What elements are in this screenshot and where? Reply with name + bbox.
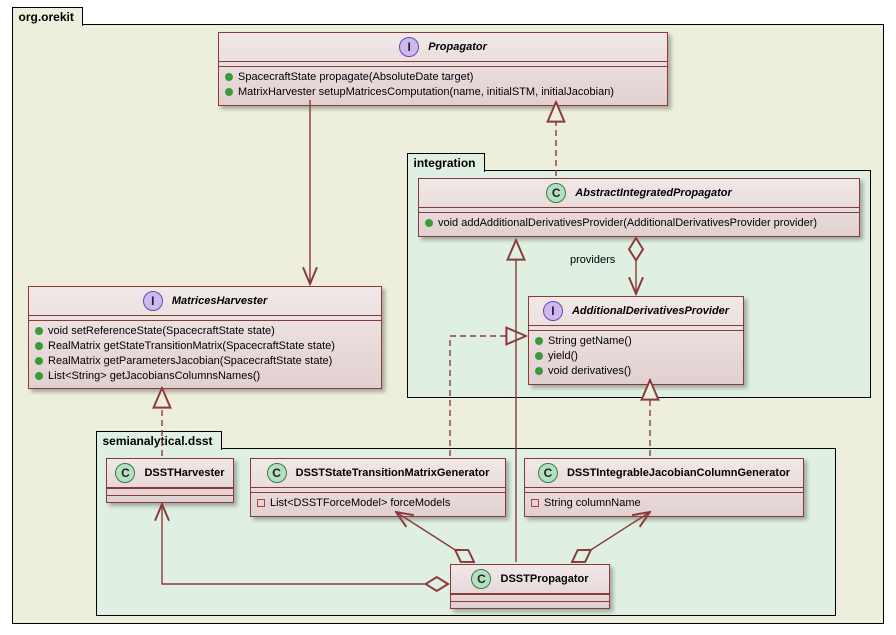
class-name: Propagator	[428, 41, 487, 53]
class-name: DSSTIntegrableJacobianColumnGenerator	[567, 467, 790, 479]
class-dsst-stm-generator: C DSSTStateTransitionMatrixGenerator Lis…	[250, 458, 506, 517]
class-badge-icon: C	[546, 183, 566, 203]
class-badge-icon: C	[471, 569, 491, 589]
op: yield()	[535, 349, 737, 364]
package-label: semianalytical.dsst	[103, 434, 213, 448]
diagram-canvas: org.orekit integration semianalytical.ds…	[0, 0, 896, 635]
op: MatrixHarvester setupMatricesComputation…	[225, 85, 661, 100]
class-name: DSSTHarvester	[144, 467, 224, 479]
class-badge-icon: C	[267, 463, 287, 483]
package-label: integration	[414, 156, 476, 170]
package-tab-integration: integration	[407, 153, 485, 172]
class-dsst-propagator: C DSSTPropagator	[450, 564, 610, 609]
class-additional-derivatives-provider: I AdditionalDerivativesProvider String g…	[528, 296, 744, 385]
class-dsst-harvester: C DSSTHarvester	[106, 458, 234, 503]
class-name: DSSTPropagator	[501, 573, 589, 585]
op: RealMatrix getParametersJacobian(Spacecr…	[35, 354, 375, 369]
op: void setReferenceState(SpacecraftState s…	[35, 324, 375, 339]
class-badge-icon: C	[538, 463, 558, 483]
op: RealMatrix getStateTransitionMatrix(Spac…	[35, 339, 375, 354]
class-matrices-harvester: I MatricesHarvester void setReferenceSta…	[28, 286, 382, 389]
op: void derivatives()	[535, 364, 737, 379]
attr: List<DSSTForceModel> forceModels	[257, 496, 499, 511]
class-abstract-integrated-propagator: C AbstractIntegratedPropagator void addA…	[418, 178, 860, 237]
op: List<String> getJacobiansColumnsNames()	[35, 369, 375, 384]
op: String getName()	[535, 334, 737, 349]
class-name: MatricesHarvester	[172, 295, 267, 307]
interface-badge-icon: I	[543, 301, 563, 321]
package-tab-dsst: semianalytical.dsst	[96, 431, 222, 450]
class-badge-icon: C	[115, 463, 135, 483]
attr: String columnName	[531, 496, 797, 511]
class-propagator: I Propagator SpacecraftState propagate(A…	[218, 32, 668, 106]
interface-badge-icon: I	[143, 291, 163, 311]
package-label: org.orekit	[19, 10, 74, 24]
relation-label-providers: providers	[570, 254, 615, 266]
class-name: DSSTStateTransitionMatrixGenerator	[296, 467, 490, 479]
class-dsst-jacobian-generator: C DSSTIntegrableJacobianColumnGenerator …	[524, 458, 804, 517]
class-name: AbstractIntegratedPropagator	[575, 187, 731, 199]
op: SpacecraftState propagate(AbsoluteDate t…	[225, 70, 661, 85]
class-name: AdditionalDerivativesProvider	[572, 305, 729, 317]
package-tab-org-orekit: org.orekit	[12, 7, 83, 26]
op: void addAdditionalDerivativesProvider(Ad…	[425, 216, 853, 231]
interface-badge-icon: I	[399, 37, 419, 57]
